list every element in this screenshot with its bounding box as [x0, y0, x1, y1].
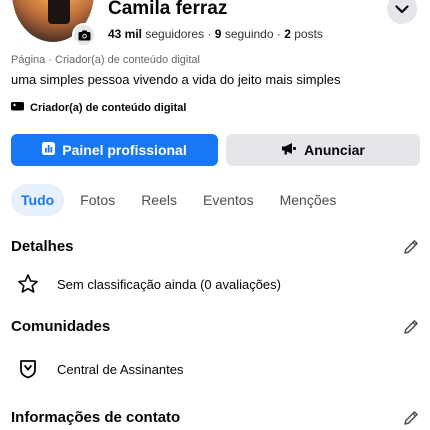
tab-eventos[interactable]: Eventos	[193, 184, 264, 216]
rating-text: Sem classificação ainda (0 avaliações)	[57, 276, 281, 292]
creator-tag-label: Criador(a) de conteúdo digital	[30, 101, 187, 114]
details-title: Detalhes	[11, 238, 74, 255]
posts-count: 2	[284, 27, 291, 41]
communities-title: Comunidades	[11, 318, 111, 335]
followers-count[interactable]: 43 mil	[108, 27, 142, 41]
bar-chart-icon	[42, 142, 56, 158]
avatar-silhouette	[48, 0, 70, 24]
professional-dashboard-button[interactable]: Painel profissional	[11, 134, 218, 166]
profile-stats: 43 mil seguidores · 9 seguindo · 2 posts	[108, 27, 323, 41]
tab-fotos[interactable]: Fotos	[70, 184, 125, 216]
profile-name: Camila ferraz	[108, 0, 228, 19]
contact-title: Informações de contato	[11, 409, 181, 426]
stats-separator: ·	[207, 27, 212, 41]
pencil-icon[interactable]	[402, 318, 420, 336]
star-icon	[17, 273, 39, 295]
profile-bio: uma simples pessoa vivendo a vida do jei…	[11, 72, 341, 87]
camera-icon[interactable]	[72, 23, 96, 47]
chevron-down-icon[interactable]	[387, 0, 417, 24]
advertise-label: Anunciar	[304, 142, 365, 158]
pencil-icon[interactable]	[402, 238, 420, 256]
tab-mencoes[interactable]: Menções	[270, 184, 347, 216]
advertise-button[interactable]: Anunciar	[226, 134, 420, 166]
video-camera-icon	[11, 101, 25, 114]
shield-icon	[17, 358, 39, 380]
professional-dashboard-label: Painel profissional	[62, 142, 187, 158]
following-count[interactable]: 9	[215, 27, 222, 41]
followers-label: seguidores	[145, 27, 205, 41]
tab-reels[interactable]: Reels	[131, 184, 187, 216]
community-row[interactable]: Central de Assinantes	[17, 358, 183, 380]
rating-row: Sem classificação ainda (0 avaliações)	[17, 273, 281, 295]
pencil-icon[interactable]	[402, 409, 420, 427]
posts-label: posts	[294, 27, 323, 41]
page-category: Página · Criador(a) de conteúdo digital	[11, 54, 200, 66]
following-label: seguindo	[224, 27, 274, 41]
megaphone-icon	[281, 142, 297, 158]
creator-tag: Criador(a) de conteúdo digital	[11, 101, 186, 114]
community-label: Central de Assinantes	[57, 361, 184, 377]
tab-tudo[interactable]: Tudo	[11, 184, 65, 216]
profile-tabs: Tudo Fotos Reels Eventos Menções	[11, 184, 352, 216]
stats-separator: ·	[276, 27, 281, 41]
